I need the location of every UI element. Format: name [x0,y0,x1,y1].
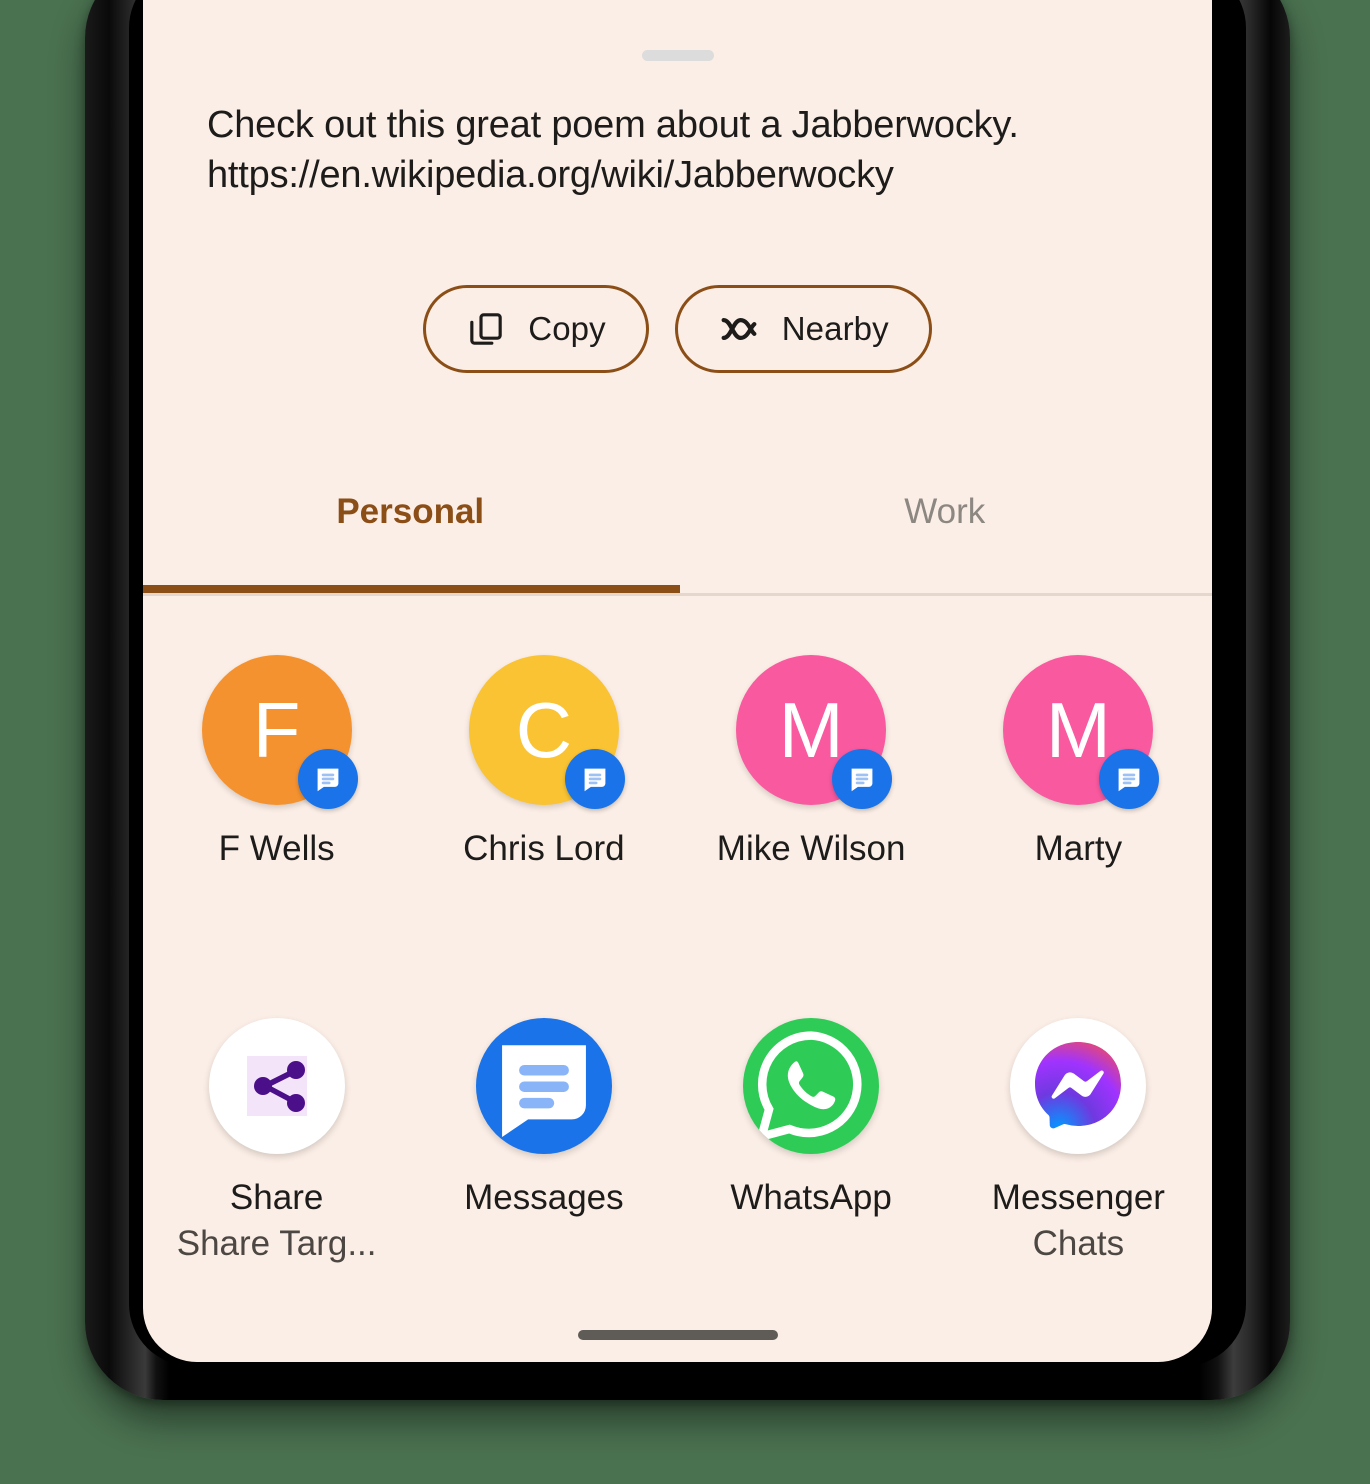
profile-tab-bar: Personal Work [143,478,1212,546]
contact-chris-lord[interactable]: C Chris Lord [410,655,677,869]
contact-mike-wilson[interactable]: M Mike Wilson [678,655,945,869]
avatar: M [736,655,893,809]
contact-marty[interactable]: M Marty [945,655,1212,869]
avatar-initial: M [1045,685,1111,774]
app-name: Messenger [991,1178,1165,1217]
copy-button-label: Copy [528,310,606,347]
google-messages-icon [475,1018,612,1154]
phone-screen: Check out this great poem about a Jabber… [143,0,1212,1362]
gesture-navigation-bar[interactable] [577,1330,778,1340]
messages-badge-icon [297,749,358,809]
avatar-initial: C [515,685,573,774]
avatar-initial: M [778,685,844,774]
messages-badge-icon [832,749,893,809]
avatar: F [201,655,358,809]
messages-badge-icon [1099,749,1160,809]
contact-name: Marty [1034,829,1123,868]
tab-divider [143,593,1212,596]
contact-name: F Wells [218,829,335,868]
tab-active-indicator [143,585,680,593]
app-share[interactable]: Share Share Targ... [143,1018,410,1264]
share-nodes-icon [208,1018,345,1154]
share-text-line-2: https://en.wikipedia.org/wiki/Jabberwock… [207,154,894,196]
whatsapp-icon [743,1018,880,1154]
contact-name: Chris Lord [463,829,625,868]
share-content-text: Check out this great poem about a Jabber… [207,100,1157,200]
app-name: Messages [464,1178,624,1217]
copy-button[interactable]: Copy [423,285,649,373]
contact-f-wells[interactable]: F F Wells [143,655,410,869]
tab-work[interactable]: Work [678,478,1213,546]
tab-personal[interactable]: Personal [143,478,678,546]
share-text-line-1: Check out this great poem about a Jabber… [207,104,1019,146]
quick-action-row: Copy Nearby [143,285,1212,373]
nearby-share-icon [718,312,760,346]
app-messages[interactable]: Messages [410,1018,677,1264]
nearby-button[interactable]: Nearby [674,285,932,373]
share-apps-row: Share Share Targ... Messages WhatsApp Me… [143,1018,1212,1264]
app-name: Share [229,1178,324,1217]
app-name: WhatsApp [730,1178,892,1217]
app-whatsapp[interactable]: WhatsApp [678,1018,945,1264]
avatar-initial: F [252,685,301,774]
avatar: C [468,655,625,809]
contact-name: Mike Wilson [716,829,906,868]
drag-handle[interactable] [641,50,714,61]
avatar: M [1003,655,1160,809]
nearby-button-label: Nearby [781,310,889,347]
app-subtitle: Chats [1032,1224,1125,1263]
copy-icon [466,309,506,349]
facebook-messenger-icon [1010,1018,1147,1154]
app-subtitle: Share Targ... [176,1224,377,1263]
app-messenger[interactable]: Messenger Chats [945,1018,1212,1264]
messages-badge-icon [564,749,625,809]
direct-share-contacts-row: F F Wells C Chris Lord M Mike Wilson M M… [143,655,1212,869]
